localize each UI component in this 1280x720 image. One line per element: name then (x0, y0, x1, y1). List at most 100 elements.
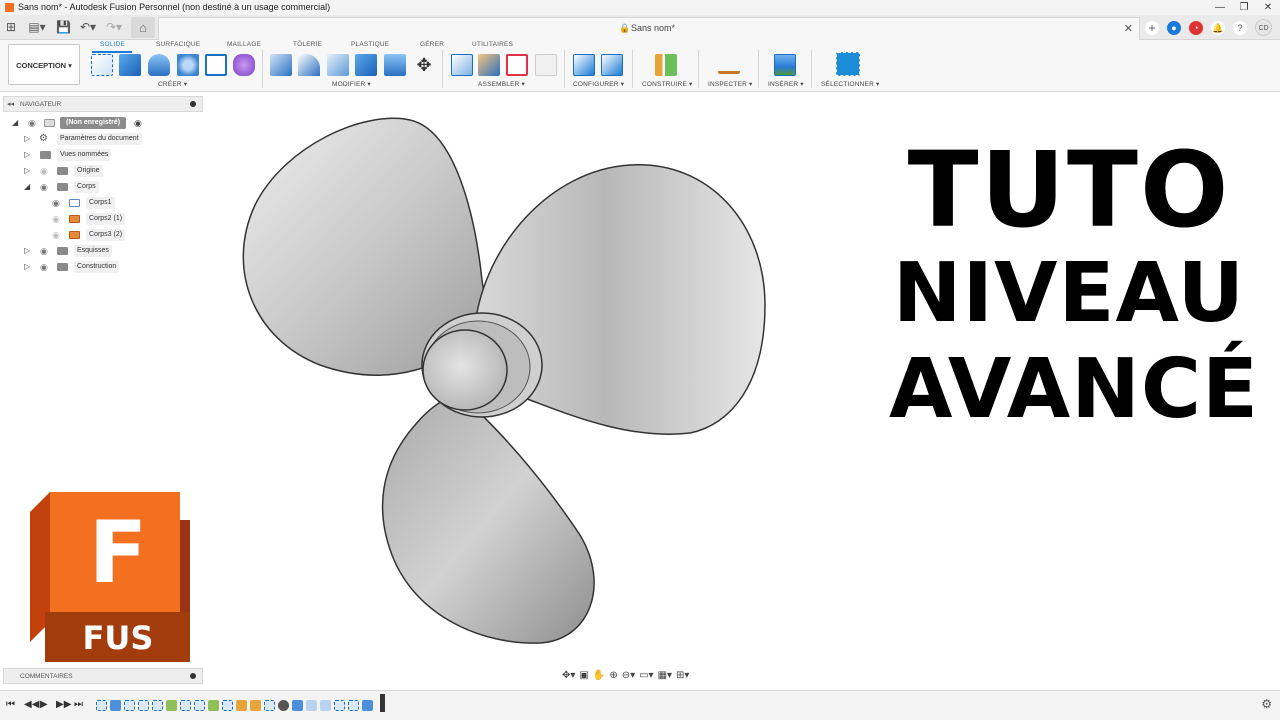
timeline-prev-icon[interactable]: ◀◀ (24, 699, 39, 710)
visibility-eye-icon[interactable]: ◉ (40, 164, 48, 178)
home-icon[interactable]: ⌂ (131, 17, 155, 38)
combine-icon[interactable] (384, 54, 406, 76)
activate-radio-icon[interactable]: ◉ (134, 116, 142, 130)
save-icon[interactable]: 💾 (56, 20, 71, 34)
timeline-last-icon[interactable]: ⏭ (74, 699, 83, 710)
tree-item[interactable]: ▷ ◉ Origine (24, 164, 202, 178)
job-status-icon[interactable]: ◔ (1189, 20, 1203, 35)
comments-add-icon[interactable] (190, 673, 196, 679)
expand-triangle-icon[interactable]: ◢ (12, 116, 18, 130)
expand-triangle-icon[interactable]: ▷ (24, 244, 30, 258)
offset-plane-icon[interactable] (655, 54, 677, 76)
tab-plastic[interactable]: PLASTIQUE (351, 41, 389, 48)
pan-icon[interactable]: ✋ (593, 670, 605, 681)
insert-image-icon[interactable] (774, 54, 796, 76)
timeline-feature-icon[interactable] (278, 699, 289, 711)
extensions-icon[interactable]: ● (1167, 20, 1181, 35)
timeline-next-icon[interactable]: ▶▶ (56, 699, 71, 710)
timeline-marker[interactable] (380, 694, 385, 712)
timeline-feature-icon[interactable] (320, 699, 331, 711)
tree-item[interactable]: ▷ ⚙ Paramètres du document (24, 132, 202, 146)
create-sketch-icon[interactable] (91, 54, 113, 76)
timeline-feature-icon[interactable] (180, 699, 191, 711)
help-icon[interactable]: ? (1233, 20, 1247, 35)
redo-icon[interactable]: ↷▾ (104, 20, 124, 34)
minimize-button[interactable]: — (1208, 0, 1232, 15)
visibility-eye-icon[interactable]: ◉ (40, 180, 48, 194)
tab-mesh[interactable]: MAILLAGE (227, 41, 261, 48)
hole-icon[interactable] (177, 54, 199, 76)
tab-manage[interactable]: GÉRER (420, 41, 444, 48)
tab-surface[interactable]: SURFACIQUE (156, 41, 200, 48)
timeline-feature-icon[interactable] (96, 699, 107, 711)
timeline-feature-icon[interactable] (208, 699, 219, 711)
timeline-feature-icon[interactable] (236, 699, 247, 711)
close-window-button[interactable]: ✕ (1256, 0, 1280, 15)
navigator-header[interactable]: ◂◂ NAVIGATEUR (3, 96, 203, 112)
select-icon[interactable] (836, 52, 860, 76)
new-component-icon[interactable] (451, 54, 473, 76)
tab-solid[interactable]: SOLIDE (100, 41, 125, 48)
insert-group-label[interactable]: INSÉRER ▾ (768, 80, 804, 88)
expand-triangle-icon[interactable]: ◢ (24, 180, 30, 194)
model-viewport[interactable] (210, 95, 810, 665)
app-grid-icon[interactable]: ⊞ (5, 20, 17, 34)
navigator-pin-icon[interactable] (190, 101, 196, 107)
joint-icon[interactable] (478, 54, 500, 76)
tree-item[interactable]: ◢ ◉ Corps (24, 180, 202, 194)
viewports-icon[interactable]: ⊞▾ (676, 670, 689, 681)
expand-triangle-icon[interactable]: ▷ (24, 164, 30, 178)
tree-item[interactable]: ◉ Corps1 (52, 196, 202, 210)
timeline-feature-icon[interactable] (152, 699, 163, 711)
collapse-navigator-icon[interactable]: ◂◂ (7, 97, 14, 112)
timeline-feature-icon[interactable] (250, 699, 261, 711)
timeline-feature-icon[interactable] (348, 699, 359, 711)
timeline-feature-icon[interactable] (124, 699, 135, 711)
construct-group-label[interactable]: CONSTRUIRE ▾ (642, 80, 692, 88)
timeline-feature-icon[interactable] (222, 699, 233, 711)
timeline-feature-icon[interactable] (362, 699, 373, 711)
close-tab-icon[interactable]: ✕ (1124, 22, 1133, 35)
timeline-feature-icon[interactable] (166, 699, 177, 711)
restore-button[interactable]: ❐ (1232, 0, 1256, 15)
configure-icon[interactable] (573, 54, 595, 76)
form-icon[interactable] (233, 54, 255, 76)
timeline-feature-icon[interactable] (138, 699, 149, 711)
expand-triangle-icon[interactable]: ▷ (24, 148, 30, 162)
timeline-first-icon[interactable]: ⏮ (6, 699, 15, 710)
tree-item[interactable]: ◉ Corps2 (1) (52, 212, 202, 226)
comments-panel-header[interactable]: COMMENTAIRES (3, 668, 203, 684)
configure-table-icon[interactable] (601, 54, 623, 76)
grid-icon[interactable]: ▦▾ (658, 670, 672, 681)
tree-item[interactable]: ▷ Vues nommées (24, 148, 202, 162)
undo-icon[interactable]: ↶▾ (78, 20, 98, 34)
timeline-play-icon[interactable]: ▶ (40, 699, 48, 710)
expand-triangle-icon[interactable]: ▷ (24, 132, 30, 146)
visibility-eye-icon[interactable]: ◉ (40, 260, 48, 274)
as-built-joint-icon[interactable] (506, 54, 528, 76)
create-group-label[interactable]: CRÉER ▾ (158, 80, 187, 88)
orbit-icon[interactable]: ✥▾ (562, 670, 575, 681)
pattern-icon[interactable] (205, 54, 227, 76)
visibility-eye-icon[interactable]: ◉ (40, 244, 48, 258)
fit-icon[interactable]: ⊖▾ (622, 670, 635, 681)
timeline-feature-icon[interactable] (264, 699, 275, 711)
timeline-feature-icon[interactable] (306, 699, 317, 711)
zoom-icon[interactable]: ⊕ (609, 670, 617, 681)
configure-group-label[interactable]: CONFIGURER ▾ (573, 80, 624, 88)
user-avatar[interactable]: CD (1255, 19, 1272, 36)
tree-item[interactable]: ▷ ◉ Esquisses (24, 244, 202, 258)
fillet-icon[interactable] (298, 54, 320, 76)
tab-sheet-metal[interactable]: TÔLERIE (293, 41, 322, 48)
file-menu-icon[interactable]: ▤▾ (28, 20, 46, 34)
timeline-feature-icon[interactable] (334, 699, 345, 711)
assemble-group-label[interactable]: ASSEMBLER ▾ (478, 80, 525, 88)
expand-triangle-icon[interactable]: ▷ (24, 260, 30, 274)
tree-item[interactable]: ◉ Corps3 (2) (52, 228, 202, 242)
visibility-eye-icon[interactable]: ◉ (52, 212, 60, 226)
visibility-eye-icon[interactable]: ◉ (52, 228, 60, 242)
tab-utilities[interactable]: UTILITAIRES (472, 41, 513, 48)
move-icon[interactable]: ✥ (413, 54, 435, 76)
revolve-icon[interactable] (148, 54, 170, 76)
display-settings-icon[interactable]: ▭▾ (639, 670, 653, 681)
